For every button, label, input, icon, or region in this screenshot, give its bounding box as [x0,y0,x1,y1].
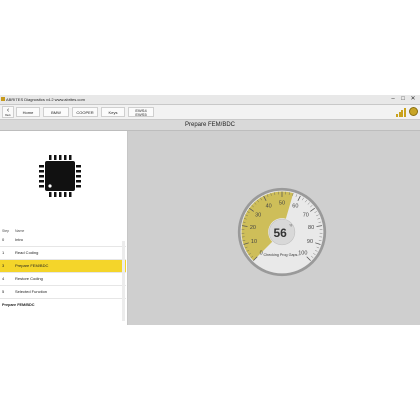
step-name: Restore Coding [15,276,43,281]
toolbar: ‹ Back Home BMW COOPER Keys EWS4 EWS5 [0,105,420,120]
gauge-tick-label: 60 [292,204,298,210]
progress-gauge: 0102030405060708090100 56 % Checking Pro… [237,187,327,277]
step-item-read-coding[interactable]: 1 Read Coding [0,247,126,260]
gauge-tick-label: 70 [303,213,309,219]
window-title: ABRITES Diagnostics v4.2 www.abrites.com [6,97,85,102]
steps-scrollbar[interactable] [122,241,125,321]
step-item-selected-function[interactable]: 5 Selected Function [0,286,126,299]
step-name: Intro [15,237,24,242]
app-icon [1,97,5,101]
back-button[interactable]: ‹ Back [2,106,14,118]
page-title: Prepare FEM/BDC [0,120,420,131]
breadcrumb-bmw[interactable]: BMW [43,107,69,117]
gauge-tick-label: 10 [251,239,257,245]
breadcrumb-module[interactable]: EWS4 EWS5 [128,107,154,117]
title-bar: ABRITES Diagnostics v4.2 www.abrites.com… [0,95,420,105]
gauge-unit: % [289,223,292,227]
step-name: Prepare FEM/BDC [15,263,49,268]
signal-bars-icon [396,107,406,117]
step-number: 1 [2,250,5,255]
app-window: ABRITES Diagnostics v4.2 www.abrites.com… [0,95,420,325]
current-step-label: Prepare FEM/BDC [2,303,35,307]
step-name: Read Coding [15,250,39,255]
gauge-tick-label: 90 [307,239,313,245]
breadcrumb-home[interactable]: Home [16,107,40,117]
step-column-header: Step [2,229,10,233]
gauge-status-text: Checking Prog Gaps... [264,253,301,257]
step-number: 4 [2,276,5,281]
back-arrow-icon: ‹ [6,107,10,114]
step-item-prepare-fem-bdc[interactable]: 3 Prepare FEM/BDC [0,260,126,273]
name-column-header: Name [15,229,25,233]
gauge-tick-label: 40 [266,204,272,210]
gauge-tick-label: 0 [260,251,263,257]
back-label: Back [5,114,11,117]
chip-icon [39,155,81,197]
step-number: 0 [2,237,5,242]
step-item-restore-coding[interactable]: 4 Restore Coding [0,273,126,286]
step-item-intro[interactable]: 0 Intro [0,234,126,247]
close-button[interactable]: ✕ [408,95,418,104]
step-name: Selected Function [15,289,48,294]
breadcrumb-cooper[interactable]: COOPER [72,107,98,117]
gauge-tick-label: 50 [279,200,285,206]
step-number: 5 [2,289,5,294]
minimize-button[interactable]: – [388,95,398,104]
module-line-2: EWS5 [135,112,147,117]
left-panel: Step Name 0 Intro 1 Read Coding 3 Prepar… [0,131,128,325]
abrites-logo-icon [409,107,418,116]
gauge-tick-label: 20 [250,225,256,231]
gauge-tick-label: 80 [308,225,314,231]
step-number: 3 [2,263,5,268]
progress-panel: 0 10 20 30 40 50 60 70 80 90 100 56 % Checking Pro… [128,131,420,325]
gauge-tick-label: 30 [255,213,261,219]
breadcrumb-keys[interactable]: Keys [101,107,125,117]
maximize-button[interactable]: □ [398,95,408,104]
gauge-value: 56 [274,226,288,240]
